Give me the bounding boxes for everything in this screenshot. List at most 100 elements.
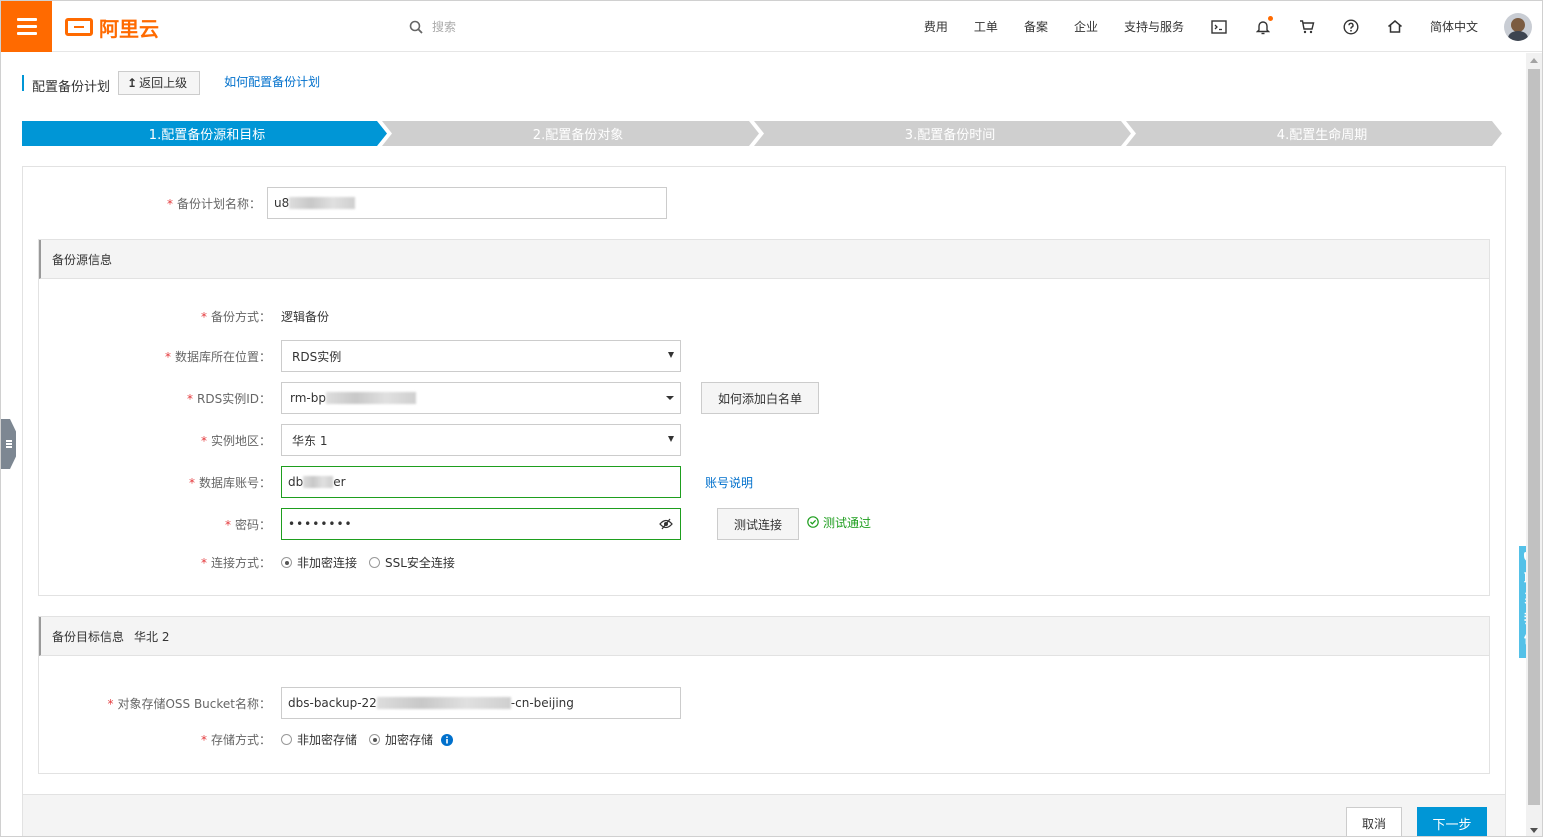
region-row: * 实例地区： 华东 1 (39, 424, 681, 456)
radio-off-icon (281, 734, 292, 745)
method-label: * 备份方式： (200, 310, 271, 324)
radio-off-icon (369, 557, 381, 568)
storage-radios: 非加密存储 加密存储 (281, 731, 454, 748)
account-row: * 数据库账号： db er 账号说明 (39, 466, 753, 498)
scroll-down-icon[interactable] (1530, 828, 1538, 833)
password-input[interactable]: •••••••• (281, 508, 681, 540)
storage-row: * 存储方式： 非加密存储 加密存储 (39, 731, 454, 748)
cancel-button[interactable]: 取消 (1346, 807, 1402, 836)
radio-encrypted-storage[interactable]: 加密存储 (369, 731, 433, 748)
db-location-label: * 数据库所在位置： (164, 349, 271, 364)
cart-icon[interactable] (1298, 18, 1316, 36)
grip-icon (5, 439, 12, 449)
nav-icp[interactable]: 备案 (1024, 18, 1048, 35)
side-panel-handle[interactable] (1, 419, 16, 469)
bucket-label: * 对象存储OSS Bucket名称： (107, 696, 271, 711)
method-row: * 备份方式： 逻辑备份 (39, 308, 329, 325)
nav-enterprise[interactable]: 企业 (1074, 18, 1098, 35)
bucket-input[interactable]: dbs-backup-22 -cn-beijing (281, 687, 681, 719)
search-box[interactable]: 搜索 (409, 18, 456, 35)
page-header: 配置备份计划 ↥ 返回上级 如何配置备份计划 (22, 70, 320, 95)
top-nav: 费用 工单 备案 企业 支持与服务 简体中文 (898, 1, 1532, 52)
redacted-blur (289, 197, 356, 209)
radio-on-icon (281, 557, 292, 568)
redacted-blur (325, 392, 416, 404)
storage-label: * 存储方式： (200, 733, 271, 747)
scroll-thumb[interactable] (1528, 69, 1540, 805)
radio-ssl-connection[interactable]: SSL安全连接 (369, 554, 455, 571)
toggle-visibility-icon[interactable] (659, 518, 673, 530)
nav-ticket[interactable]: 工单 (974, 18, 998, 35)
step-2: 2.配置备份对象 (532, 128, 624, 143)
target-section: 备份目标信息 华北 2 * 对象存储OSS Bucket名称： dbs-backu… (38, 616, 1490, 774)
rds-id-select[interactable]: rm-bp (281, 382, 681, 414)
help-config-link[interactable]: 如何配置备份计划 (224, 73, 320, 90)
redacted-blur (303, 476, 334, 488)
wizard-steps: 1.配置备份源和目标 2.配置备份对象 3.配置备份时间 4.配置生命周期 (22, 121, 1504, 146)
title-accent-bar (22, 74, 24, 91)
whitelist-help-button[interactable]: 如何添加白名单 (701, 382, 819, 414)
info-icon[interactable] (441, 733, 454, 746)
backup-form: * 备份计划名称： u8 备份源信息 * 备份方式： 逻辑备份 * 数据库所在位置： … (22, 166, 1506, 836)
search-icon (409, 20, 423, 34)
account-input[interactable]: db er (281, 466, 681, 498)
rds-id-row: * RDS实例ID： rm-bp 如何添加白名单 (39, 382, 819, 414)
app-frame: 阿里云 搜索 费用 工单 备案 企业 支持与服务 简体中文 配置备份计划 ↥ 返… (0, 0, 1543, 837)
region-label: * 实例地区： (200, 433, 271, 448)
search-placeholder: 搜索 (432, 20, 457, 34)
radio-unencrypted-connection[interactable]: 非加密连接 (281, 554, 357, 571)
bucket-row: * 对象存储OSS Bucket名称： dbs-backup-22 -cn-beij… (39, 687, 681, 719)
target-section-title: 备份目标信息 华北 2 (39, 617, 1489, 656)
form-footer: 取消 下一步 (23, 794, 1505, 836)
step-1: 1.配置备份源和目标 (148, 128, 266, 143)
connection-row: * 连接方式： 非加密连接 SSL安全连接 (39, 554, 467, 571)
scroll-up-icon[interactable] (1530, 58, 1538, 63)
plan-name-input[interactable]: u8 (267, 187, 667, 219)
back-button[interactable]: ↥ 返回上级 (118, 70, 201, 95)
top-navbar: 阿里云 搜索 费用 工单 备案 企业 支持与服务 简体中文 (1, 1, 1542, 52)
terminal-icon[interactable] (1210, 18, 1228, 36)
connection-radios: 非加密连接 SSL安全连接 (281, 554, 467, 571)
method-value: 逻辑备份 (281, 310, 330, 324)
aliyun-logo-icon (65, 18, 93, 36)
account-label: * 数据库账号： (188, 475, 271, 490)
check-circle-icon (807, 516, 819, 528)
region-select[interactable]: 华东 1 (281, 424, 681, 456)
page-title: 配置备份计划 (32, 80, 111, 95)
password-label: * 密码： (224, 517, 271, 532)
page-scrollbar[interactable] (1526, 53, 1542, 836)
target-region: 华北 2 (134, 629, 170, 644)
help-icon[interactable] (1342, 18, 1360, 36)
radio-on-icon (369, 734, 381, 745)
up-arrow-icon: ↥ (127, 75, 138, 90)
step-4: 4.配置生命周期 (1276, 128, 1368, 143)
chevron-down-icon (668, 352, 674, 358)
brand-name: 阿里云 (99, 16, 159, 41)
redacted-blur (376, 697, 511, 709)
language-switch[interactable]: 简体中文 (1430, 18, 1478, 35)
test-result-text: 测试通过 (823, 515, 872, 530)
plan-name-row: * 备份计划名称： u8 (23, 187, 667, 219)
account-help-link[interactable]: 账号说明 (705, 474, 753, 491)
rds-id-label: * RDS实例ID： (187, 391, 271, 406)
db-location-select[interactable]: RDS实例 (281, 340, 681, 372)
radio-unencrypted-storage[interactable]: 非加密存储 (281, 731, 357, 748)
bell-icon[interactable] (1254, 15, 1273, 36)
hamburger-menu-icon[interactable] (1, 1, 52, 52)
aliyun-logo[interactable]: 阿里云 (65, 14, 159, 41)
notification-dot (1267, 15, 1273, 21)
db-location-row: * 数据库所在位置： RDS实例 (39, 340, 681, 372)
nav-support[interactable]: 支持与服务 (1124, 18, 1184, 35)
chevron-down-icon (668, 436, 674, 442)
test-result: 测试通过 (807, 514, 871, 531)
source-section: 备份源信息 * 备份方式： 逻辑备份 * 数据库所在位置： RDS实例 * RDS实例… (38, 239, 1490, 596)
step-3: 3.配置备份时间 (904, 128, 996, 143)
next-step-button[interactable]: 下一步 (1417, 807, 1487, 836)
chevron-down-icon (666, 396, 674, 400)
password-row: * 密码： •••••••• 测试连接 测试通过 (39, 508, 871, 540)
plan-name-label: * 备份计划名称： (166, 196, 261, 211)
test-connection-button[interactable]: 测试连接 (717, 508, 799, 540)
user-avatar[interactable] (1504, 12, 1532, 41)
home-icon[interactable] (1386, 18, 1404, 36)
nav-fee[interactable]: 费用 (924, 18, 948, 35)
